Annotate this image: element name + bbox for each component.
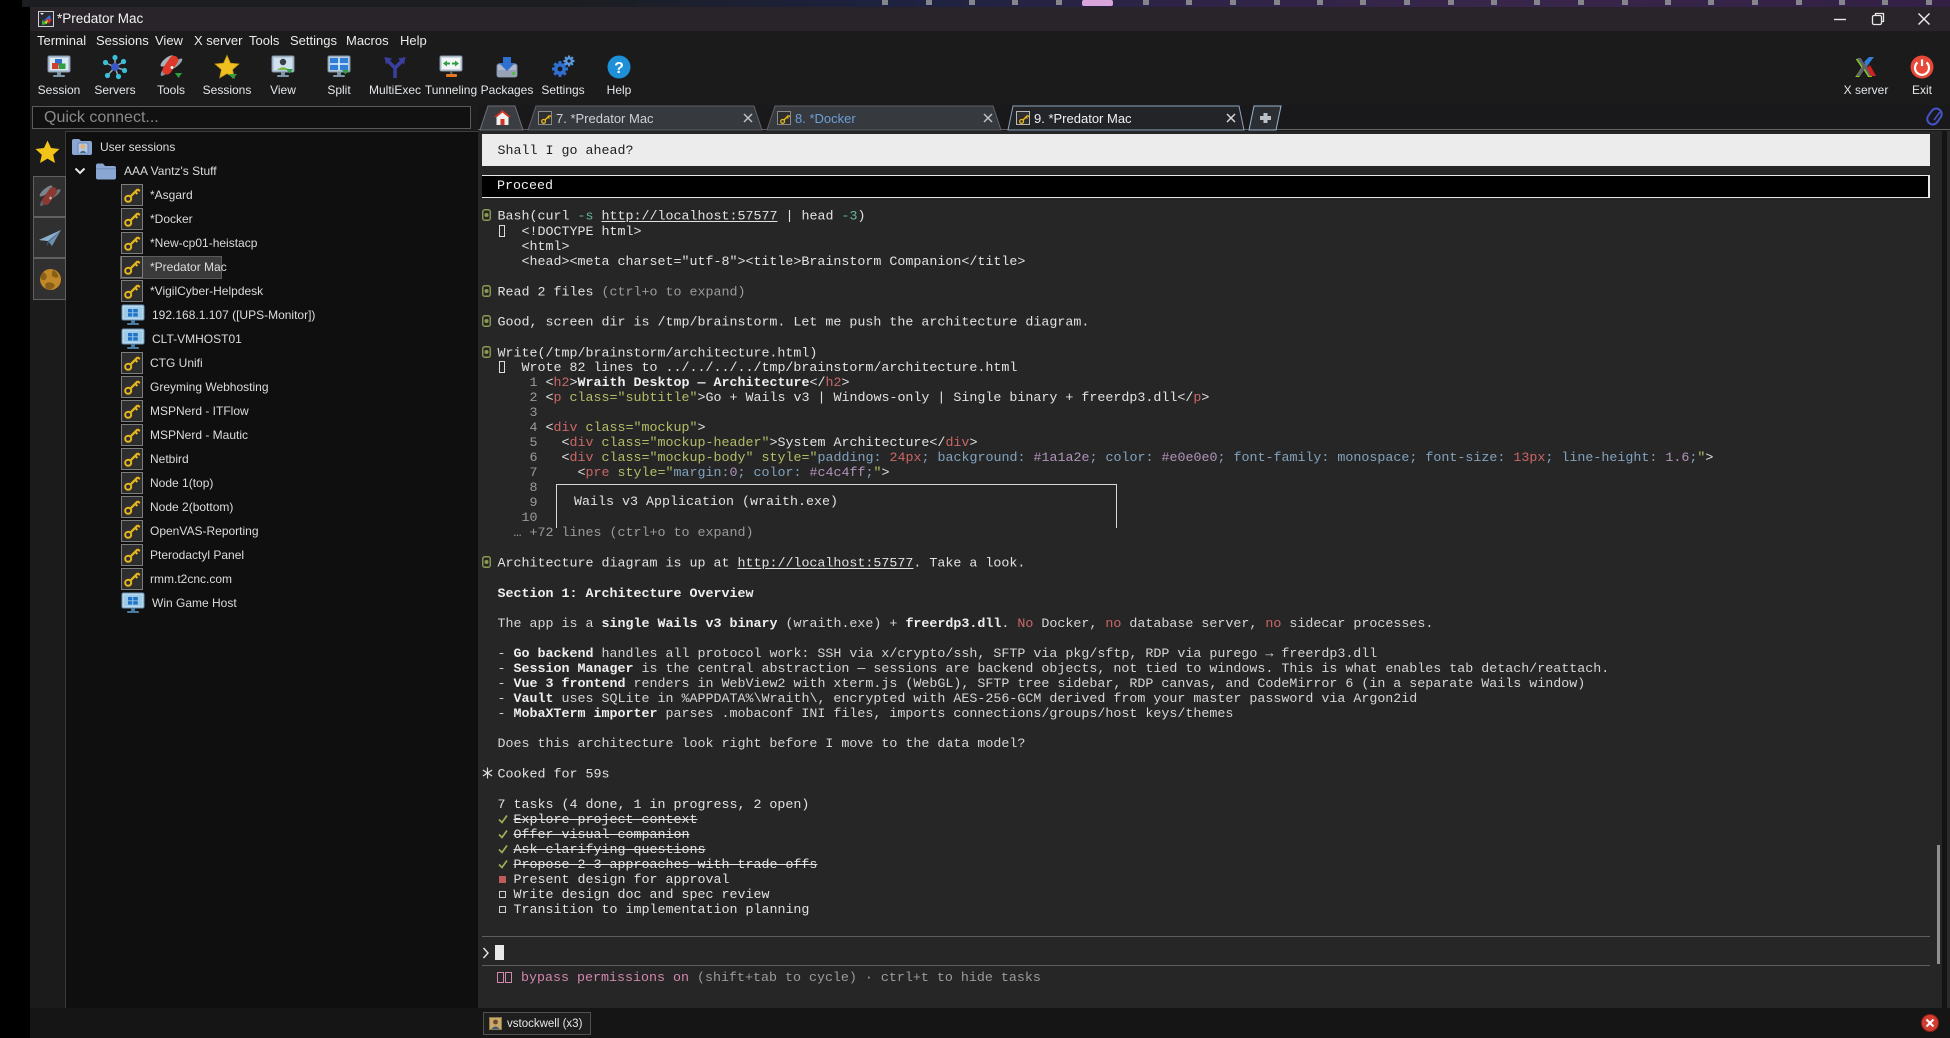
svg-text:?: ? bbox=[614, 60, 624, 77]
